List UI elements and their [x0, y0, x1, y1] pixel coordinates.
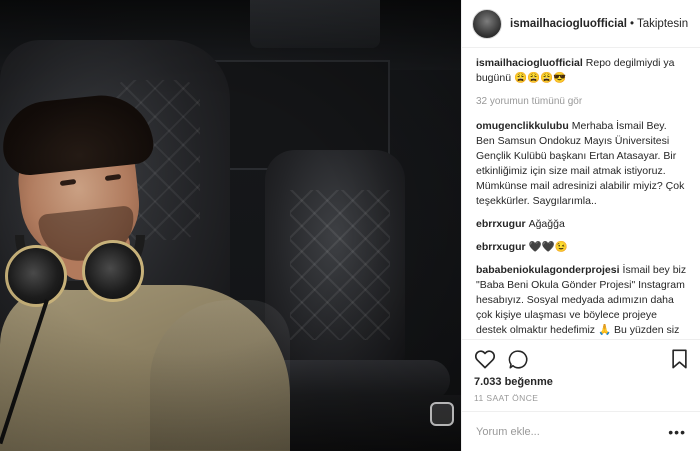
instagram-post: ismailhaciogluofficial • Takiptesin ismail…: [0, 0, 700, 451]
comments-list[interactable]: ismailhaciogluofficial Repo degilmiydi ya…: [462, 48, 700, 339]
post-timestamp: 11 SAAT ÖNCE: [474, 393, 539, 403]
post-photo[interactable]: [0, 0, 461, 451]
header-username[interactable]: ismailhaciogluofficial: [510, 18, 627, 30]
caption: ismailhaciogluofficial Repo degilmiydi ya…: [476, 56, 688, 86]
action-icons: [474, 344, 688, 374]
caption-username[interactable]: ismailhaciogluofficial: [476, 57, 583, 69]
header-separator: •: [629, 17, 634, 30]
bookmark-icon[interactable]: [671, 349, 688, 369]
comment-text: Ağağğa: [528, 218, 565, 230]
comment-item: ebrrxugur Ağağğa: [476, 217, 688, 232]
comment-username[interactable]: omugenclikkulubu: [476, 120, 569, 132]
comment-icon[interactable]: [508, 349, 529, 370]
add-comment-bar: •••: [462, 411, 700, 451]
more-options-icon[interactable]: •••: [668, 424, 686, 440]
comment-username[interactable]: ebrrxugur: [476, 218, 526, 230]
comment-username[interactable]: bababeniokulagonderprojesi: [476, 264, 620, 276]
action-bar: 7.033 beğenme 11 SAAT ÖNCE: [462, 339, 700, 403]
load-more-comments-link[interactable]: 32 yorumun tümünü gör: [476, 94, 688, 109]
likes-count[interactable]: 7.033 beğenme: [474, 376, 688, 388]
post-sidebar: ismailhaciogluofficial • Takiptesin ismail…: [461, 0, 700, 451]
avatar[interactable]: [472, 8, 502, 39]
comment-input[interactable]: [476, 425, 636, 438]
comment-item: omugenclikkulubu Merhaba İsmail Bey. Ben …: [476, 119, 688, 209]
photo-vignette: [0, 0, 461, 451]
header-text: ismailhaciogluofficial • Takiptesin: [510, 18, 688, 30]
comment-item: ebrrxugur 🖤🖤😉: [476, 240, 688, 255]
comment-item: bababeniokulagonderprojesi İsmail bey biz…: [476, 263, 688, 339]
comment-text: Merhaba İsmail Bey. Ben Samsun Ondokuz M…: [476, 120, 685, 207]
watermark-icon: [430, 402, 454, 426]
comment-text: 🖤🖤😉: [528, 241, 568, 253]
comment-username[interactable]: ebrrxugur: [476, 241, 526, 253]
follow-status-button[interactable]: Takiptesin: [637, 18, 688, 30]
post-header: ismailhaciogluofficial • Takiptesin: [462, 0, 700, 48]
heart-icon[interactable]: [474, 349, 496, 369]
